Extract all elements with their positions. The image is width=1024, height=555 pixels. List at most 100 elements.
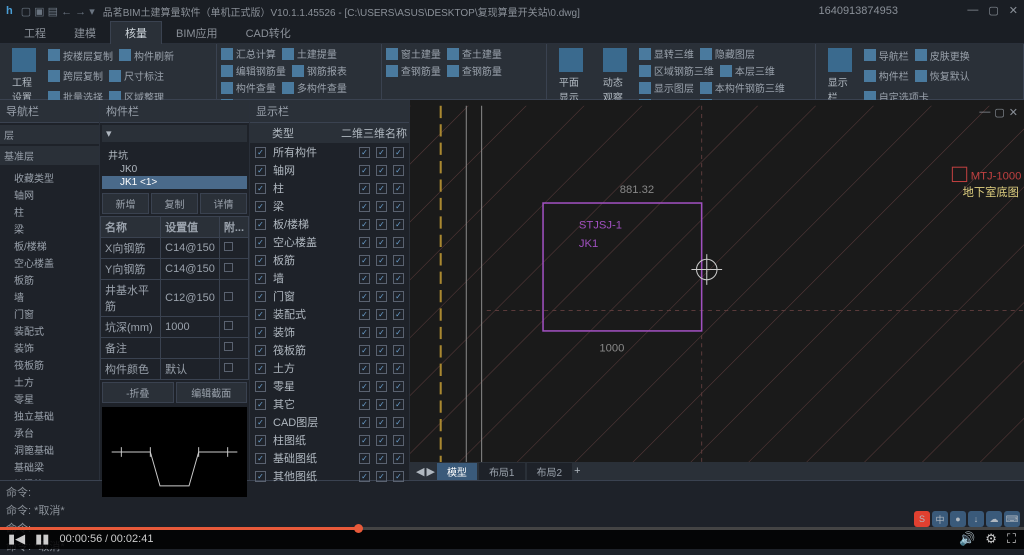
- disp-row[interactable]: ✓墙✓✓✓: [250, 269, 409, 287]
- ribbon-item[interactable]: 构件查量: [221, 80, 276, 95]
- disp-row[interactable]: ✓装配式✓✓✓: [250, 305, 409, 323]
- ribbon-item[interactable]: 本构件钢筋三维: [700, 80, 785, 95]
- volume-icon[interactable]: 🔊: [959, 531, 975, 547]
- tab-project[interactable]: 工程: [10, 22, 60, 44]
- vp-max-icon[interactable]: ▢: [994, 106, 1004, 119]
- disp-row[interactable]: ✓其他图纸✓✓✓: [250, 467, 409, 485]
- floor-dropdown[interactable]: 层: [0, 125, 99, 144]
- ribbon-item[interactable]: 多构件查量: [282, 80, 347, 95]
- nav-node[interactable]: 板/楼梯: [0, 237, 99, 254]
- disp-row[interactable]: ✓装饰✓✓✓: [250, 323, 409, 341]
- nav-node[interactable]: 筏板筋: [0, 356, 99, 373]
- disp-row[interactable]: ✓板筋✓✓✓: [250, 251, 409, 269]
- nav-node[interactable]: 承台: [0, 424, 99, 441]
- btn-new[interactable]: 新增: [102, 193, 149, 214]
- play-prev-icon[interactable]: ▮◀: [8, 531, 25, 547]
- tab-check[interactable]: 核量: [110, 21, 162, 44]
- ribbon-item[interactable]: 汇总计算: [221, 46, 276, 61]
- prop-row[interactable]: 坑深(mm)1000: [101, 317, 249, 338]
- fullscreen-icon[interactable]: ⛶: [1007, 531, 1016, 547]
- tray-icon-2[interactable]: ●: [950, 511, 966, 527]
- ribbon-item[interactable]: 导航栏: [864, 46, 909, 65]
- vp-tab-model[interactable]: 模型: [437, 463, 477, 480]
- nav-node[interactable]: 装饰: [0, 339, 99, 356]
- comp-item-0[interactable]: JK0: [102, 163, 247, 176]
- tab-bim[interactable]: BIM应用: [162, 22, 232, 44]
- disp-row[interactable]: ✓轴网✓✓✓: [250, 161, 409, 179]
- disp-row[interactable]: ✓门窗✓✓✓: [250, 287, 409, 305]
- nav-node[interactable]: 空心楼盖: [0, 254, 99, 271]
- btn-detail[interactable]: 详情: [200, 193, 247, 214]
- prop-row[interactable]: 备注: [101, 338, 249, 359]
- ribbon-item[interactable]: 构件刷新: [119, 46, 174, 65]
- ribbon-item[interactable]: 查钢筋量: [447, 63, 502, 78]
- vp-tab-layout1[interactable]: 布局1: [479, 463, 525, 480]
- disp-row[interactable]: ✓板/楼梯✓✓✓: [250, 215, 409, 233]
- nav-node[interactable]: 轴网: [0, 186, 99, 203]
- disp-row[interactable]: ✓其它✓✓✓: [250, 395, 409, 413]
- nav-node[interactable]: 独立基础: [0, 407, 99, 424]
- btn-copy[interactable]: 复制: [151, 193, 198, 214]
- disp-row[interactable]: ✓梁✓✓✓: [250, 197, 409, 215]
- ribbon-item[interactable]: 显转三维: [639, 46, 694, 61]
- ribbon-item[interactable]: 显示图层: [639, 80, 694, 95]
- nav-node[interactable]: 洞篦基础: [0, 441, 99, 458]
- ribbon-item[interactable]: 隐藏图层: [700, 46, 755, 61]
- ribbon-item[interactable]: 构件栏: [864, 67, 909, 86]
- nav-node[interactable]: 门窗: [0, 305, 99, 322]
- close-icon[interactable]: ✕: [1009, 4, 1018, 17]
- prop-row[interactable]: 井基水平筋C12@150: [101, 280, 249, 317]
- vp-nav-right[interactable]: ▶: [426, 465, 434, 478]
- comp-item-1[interactable]: JK1 <1>: [102, 176, 247, 189]
- ribbon-big[interactable]: 显示栏: [820, 46, 860, 106]
- disp-row[interactable]: ✓空心楼盖✓✓✓: [250, 233, 409, 251]
- comp-root[interactable]: 井坑: [102, 146, 247, 163]
- pause-icon[interactable]: ▮▮: [35, 531, 49, 547]
- disp-row[interactable]: ✓土方✓✓✓: [250, 359, 409, 377]
- tray-icon-4[interactable]: ☁: [986, 511, 1002, 527]
- ribbon-item[interactable]: 区域钢筋三维: [639, 63, 714, 78]
- ribbon-item[interactable]: 窗土建量: [386, 46, 441, 61]
- vp-close-icon[interactable]: ✕: [1009, 106, 1018, 119]
- vp-tab-add[interactable]: +: [574, 465, 580, 477]
- nav-node[interactable]: 基础梁: [0, 458, 99, 475]
- disp-row[interactable]: ✓柱✓✓✓: [250, 179, 409, 197]
- drawing-viewport[interactable]: STJSJ-1 JK1 881.32 1000 MTJ-1000 地下室底图 —…: [410, 100, 1024, 480]
- tab-model[interactable]: 建模: [60, 22, 110, 44]
- ribbon-item[interactable]: 本层三维: [720, 63, 775, 78]
- ribbon-big[interactable]: 工程设置: [4, 46, 44, 106]
- nav-node[interactable]: 板筋: [0, 271, 99, 288]
- tab-cad[interactable]: CAD转化: [232, 22, 305, 44]
- maximize-icon[interactable]: ▢: [988, 4, 998, 17]
- quick-access[interactable]: ▢ ▣ ▤ ← → ▾: [21, 5, 95, 18]
- vp-tab-layout2[interactable]: 布局2: [527, 463, 573, 480]
- nav-node[interactable]: 墙: [0, 288, 99, 305]
- nav-node[interactable]: 地梁筋: [0, 475, 99, 480]
- ribbon-item[interactable]: 皮肤更换: [915, 46, 970, 65]
- nav-node[interactable]: 收藏类型: [0, 169, 99, 186]
- btn-edit-section[interactable]: 编辑截面: [176, 382, 248, 403]
- disp-row[interactable]: ✓CAD图层✓✓✓: [250, 413, 409, 431]
- disp-row[interactable]: ✓所有构件✓✓✓: [250, 143, 409, 161]
- base-dropdown[interactable]: 基准层: [0, 146, 99, 165]
- comp-dropdown[interactable]: ▾: [102, 125, 247, 142]
- tray-icon-1[interactable]: 中: [932, 511, 948, 527]
- nav-node[interactable]: 装配式: [0, 322, 99, 339]
- nav-node[interactable]: 零星: [0, 390, 99, 407]
- ribbon-item[interactable]: 按楼层复制: [48, 46, 113, 65]
- prop-row[interactable]: Y向钢筋C14@150: [101, 259, 249, 280]
- ribbon-item[interactable]: 查土建量: [447, 46, 502, 61]
- tray-icon-3[interactable]: ↓: [968, 511, 984, 527]
- minimize-icon[interactable]: —: [967, 4, 978, 17]
- nav-node[interactable]: 土方: [0, 373, 99, 390]
- vp-nav-left[interactable]: ◀: [416, 465, 424, 478]
- ribbon-item[interactable]: 尺寸标注: [109, 67, 164, 86]
- vp-min-icon[interactable]: —: [979, 106, 990, 119]
- tray-icon-s[interactable]: S: [914, 511, 930, 527]
- ribbon-item[interactable]: 钢筋报表: [292, 63, 347, 78]
- ribbon-item[interactable]: 跨层复制: [48, 67, 103, 86]
- settings-icon[interactable]: ⚙: [985, 531, 997, 547]
- btn-collapse[interactable]: -折叠: [102, 382, 174, 403]
- disp-row[interactable]: ✓基础图纸✓✓✓: [250, 449, 409, 467]
- tray-icon-5[interactable]: ⌨: [1004, 511, 1020, 527]
